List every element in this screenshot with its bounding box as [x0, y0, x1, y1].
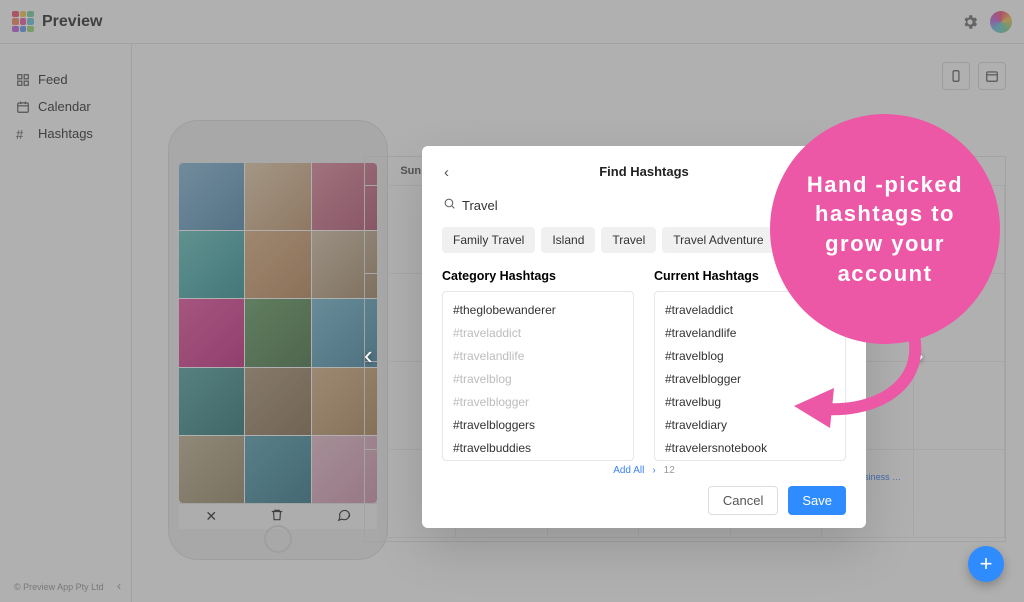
category-chip[interactable]: Family Travel — [442, 227, 535, 253]
sidebar-item-label: Hashtags — [38, 126, 93, 141]
chevron-right-icon: › — [652, 465, 655, 476]
feed-thumb[interactable] — [245, 231, 310, 298]
topbar-right — [960, 11, 1012, 33]
gear-icon[interactable] — [960, 12, 980, 32]
add-all-row: Add All › 12 — [442, 465, 846, 476]
category-chip[interactable]: Travel — [601, 227, 656, 253]
hashtag-item[interactable]: #theglobewanderer — [453, 298, 623, 321]
comment-icon[interactable] — [337, 508, 351, 525]
carousel-next-icon[interactable]: › — [915, 340, 924, 371]
topbar: Preview — [0, 0, 1024, 44]
current-count: 12 — [664, 465, 675, 476]
hashtag-item[interactable]: #traveljournal — [665, 459, 835, 461]
calendar-cell[interactable] — [914, 362, 1005, 450]
hashtag-item[interactable]: #travelblogger — [665, 367, 835, 390]
home-button-icon — [264, 525, 292, 553]
phone-feed-grid — [179, 163, 377, 503]
category-tag-list[interactable]: #theglobewanderer#traveladdict#traveland… — [442, 291, 634, 461]
feed-thumb[interactable] — [245, 299, 310, 366]
trash-icon[interactable] — [270, 508, 284, 525]
view-toolbar — [942, 62, 1006, 90]
calendar-cell[interactable] — [914, 450, 1005, 538]
sidebar-item-hashtags[interactable]: # Hashtags — [16, 120, 131, 147]
hashtag-item[interactable]: #travelblog — [453, 367, 623, 390]
add-fab[interactable]: + — [968, 546, 1004, 582]
hash-icon: # — [16, 127, 30, 141]
phone-view-button[interactable] — [942, 62, 970, 90]
category-hashtags-column: Category Hashtags #theglobewanderer#trav… — [442, 269, 634, 461]
feed-thumb[interactable] — [179, 163, 244, 230]
shell: Feed Calendar # Hashtags © Preview App P… — [0, 44, 1024, 602]
hashtag-item[interactable]: #travelbuddies — [453, 436, 623, 459]
feed-thumb[interactable] — [179, 231, 244, 298]
app-title: Preview — [42, 13, 102, 31]
content: ✕ SunMonTueWedThuFriSat Tongue14151621He… — [132, 44, 1024, 602]
hashtag-item[interactable]: #travelblog — [665, 344, 835, 367]
copyright: © Preview App Pty Ltd — [14, 582, 104, 592]
back-icon[interactable]: ‹ — [444, 164, 449, 181]
modal-title: Find Hashtags — [599, 164, 689, 179]
hashtag-columns: Category Hashtags #theglobewanderer#trav… — [442, 269, 846, 461]
brand: Preview — [12, 11, 102, 33]
hashtag-item[interactable]: #travelandlife — [665, 321, 835, 344]
column-title: Category Hashtags — [442, 269, 634, 283]
feed-thumb[interactable] — [179, 368, 244, 435]
phone-preview: ✕ — [168, 120, 388, 560]
sidebar-item-label: Calendar — [38, 99, 91, 114]
search-icon — [443, 197, 456, 213]
hashtag-item[interactable]: #traveladdict — [453, 321, 623, 344]
sidebar-item-label: Feed — [38, 72, 68, 87]
hashtag-item[interactable]: #travelbloggers — [453, 413, 623, 436]
category-chip[interactable]: Travel Adventure — [662, 227, 774, 253]
category-chip[interactable]: Island — [541, 227, 595, 253]
hashtag-item[interactable]: #traveldiary — [665, 413, 835, 436]
feed-thumb[interactable] — [245, 368, 310, 435]
modal-footer: Cancel Save — [442, 486, 846, 515]
close-icon[interactable]: ✕ — [205, 508, 217, 525]
sidebar-item-calendar[interactable]: Calendar — [16, 93, 131, 120]
hashtag-item[interactable]: #travelersnotebook — [665, 436, 835, 459]
cancel-button[interactable]: Cancel — [708, 486, 778, 515]
hashtag-item[interactable]: #travelblogger — [453, 390, 623, 413]
hashtag-item[interactable]: #travelbug — [453, 459, 623, 461]
promo-badge-text: Hand -picked hashtags to grow your accou… — [794, 170, 976, 289]
feed-thumb[interactable] — [245, 163, 310, 230]
sidebar-item-feed[interactable]: Feed — [16, 66, 131, 93]
hashtag-item[interactable]: #travelbug — [665, 390, 835, 413]
promo-badge: Hand -picked hashtags to grow your accou… — [770, 114, 1000, 344]
feed-thumb[interactable] — [179, 436, 244, 503]
carousel-prev-icon[interactable]: ‹ — [364, 340, 373, 371]
hashtag-item[interactable]: #travelandlife — [453, 344, 623, 367]
calendar-view-button[interactable] — [978, 62, 1006, 90]
sidebar: Feed Calendar # Hashtags © Preview App P… — [0, 44, 132, 602]
save-button[interactable]: Save — [788, 486, 846, 515]
sidebar-collapse-icon[interactable]: ‹ — [117, 579, 121, 593]
feed-thumb[interactable] — [179, 299, 244, 366]
feed-thumb[interactable] — [245, 436, 310, 503]
avatar[interactable] — [990, 11, 1012, 33]
app-logo — [12, 11, 34, 33]
add-all-button[interactable]: Add All — [613, 465, 644, 476]
